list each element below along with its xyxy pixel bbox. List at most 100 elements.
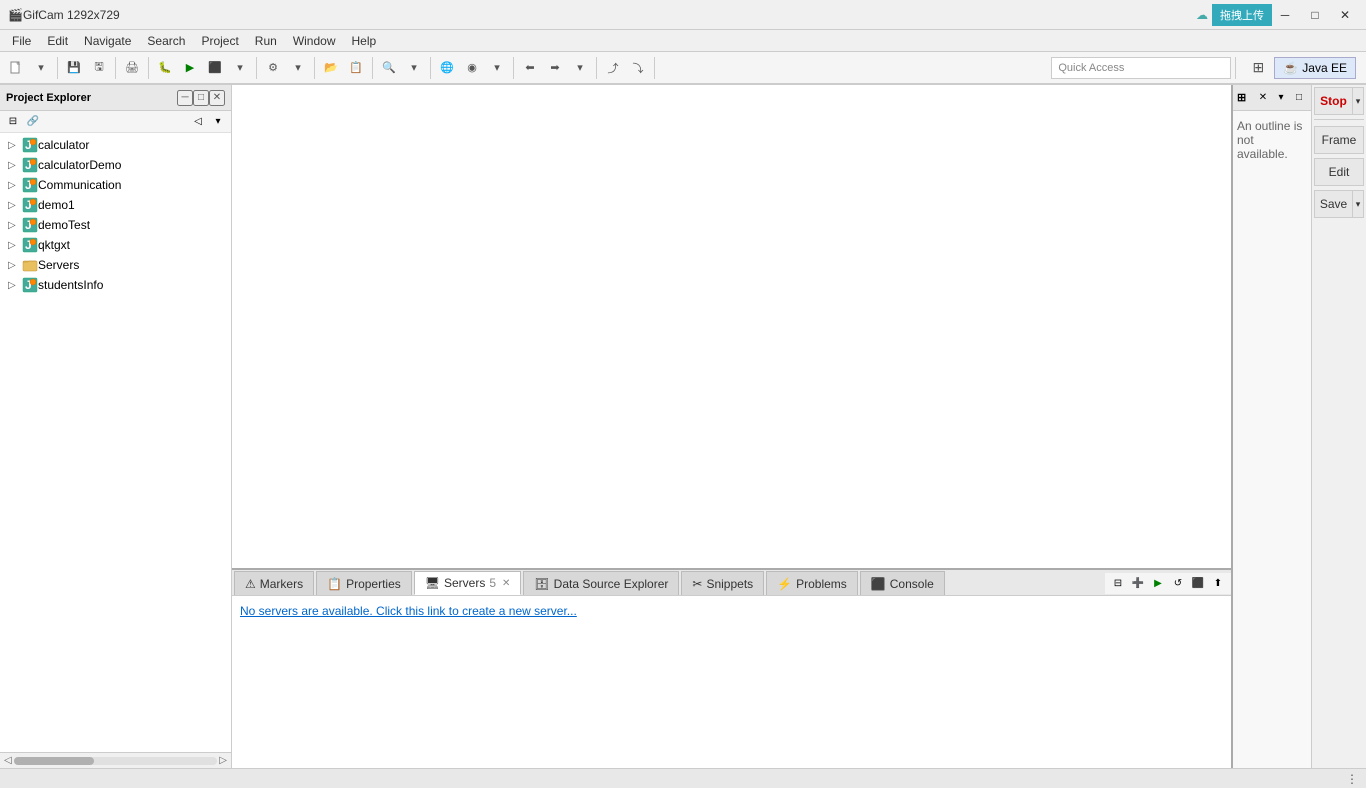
bottom-stop-btn[interactable]: ⬛ — [1189, 575, 1207, 593]
tab-properties[interactable]: 📋 Properties — [316, 571, 412, 595]
toolbar-btn-16[interactable]: ▾ — [568, 56, 592, 80]
tab-datasource[interactable]: 🗄 Data Source Explorer — [523, 571, 679, 595]
stop-button[interactable]: Stop — [1314, 87, 1352, 115]
minimize-button[interactable]: ─ — [1272, 5, 1298, 25]
pe-collapse-all-button[interactable]: ⊟ — [4, 113, 22, 131]
save-main-button[interactable]: Save — [1314, 190, 1352, 218]
toolbar-btn-6[interactable]: ▾ — [286, 56, 310, 80]
pe-minimize-button[interactable]: ─ — [177, 90, 193, 106]
tree-label-calculatordemo: calculatorDemo — [38, 158, 121, 172]
pe-maximize-button[interactable]: □ — [193, 90, 209, 106]
menu-window[interactable]: Window — [285, 32, 344, 50]
tree-item-demotest[interactable]: ▷ J demoTest — [0, 215, 231, 235]
menu-navigate[interactable]: Navigate — [76, 32, 139, 50]
save-all-button[interactable]: 🖫 — [87, 56, 111, 80]
scroll-left-arrow[interactable]: ◁ — [2, 755, 14, 766]
outline-max-btn[interactable]: □ — [1291, 90, 1307, 106]
scroll-right-arrow[interactable]: ▷ — [217, 755, 229, 766]
properties-tab-icon: 📋 — [327, 577, 342, 591]
run-button[interactable]: ▶ — [178, 56, 202, 80]
expand-arrow-servers: ▷ — [8, 260, 20, 271]
project-icon-calculator: J — [22, 137, 38, 153]
save-button[interactable]: 💾 — [62, 56, 86, 80]
stop-dropdown-arrow[interactable]: ▾ — [1352, 87, 1364, 115]
java-ee-perspective[interactable]: ☕ Java EE — [1274, 57, 1356, 79]
print-button[interactable]: 🖨 — [120, 56, 144, 80]
toolbar-btn-10[interactable]: ▾ — [402, 56, 426, 80]
new-button[interactable] — [4, 56, 28, 80]
toolbar-btn-13[interactable]: ▾ — [485, 56, 509, 80]
tab-problems[interactable]: ⚡ Problems — [766, 571, 858, 595]
tree-item-studentsinfo[interactable]: ▷ J studentsInfo — [0, 275, 231, 295]
quick-access-input[interactable]: Quick Access — [1051, 57, 1231, 79]
outline-menu-btn[interactable]: ▾ — [1273, 90, 1289, 106]
servers-tab-close[interactable]: ✕ — [502, 578, 510, 589]
maximize-button[interactable]: □ — [1302, 5, 1328, 25]
toolbar-btn-5[interactable]: ⚙ — [261, 56, 285, 80]
bottom-start-btn[interactable]: ▶ — [1149, 575, 1167, 593]
tree-item-qktgxt[interactable]: ▷ J qktgxt — [0, 235, 231, 255]
console-tab-icon: ⬛ — [871, 577, 886, 591]
expand-arrow-qktgxt: ▷ — [8, 240, 20, 251]
tree-item-demo1[interactable]: ▷ J demo1 — [0, 195, 231, 215]
expand-arrow-calculator: ▷ — [8, 140, 20, 151]
perspective-icon-btn[interactable]: ⊞ — [1246, 56, 1270, 80]
pe-forward-button[interactable]: ▾ — [209, 113, 227, 131]
gifcam-logo-icon: 🎬 — [8, 8, 23, 22]
tree-label-calculator: calculator — [38, 138, 89, 152]
toolbar-btn-8[interactable]: 📋 — [344, 56, 368, 80]
run-dropdown-button[interactable]: ▾ — [228, 56, 252, 80]
toolbar-btn-extra2[interactable]: ⤵ — [626, 56, 650, 80]
menu-edit[interactable]: Edit — [39, 32, 76, 50]
tab-servers[interactable]: 🖥 Servers 5 ✕ — [414, 571, 522, 595]
toolbar-btn-15[interactable]: ➡ — [543, 56, 567, 80]
toolbar-btn-extra1[interactable]: ⤴ — [601, 56, 625, 80]
gifcam-upload-button[interactable]: 拖拽上传 — [1212, 4, 1272, 26]
stop-run-button[interactable]: ⬛ — [203, 56, 227, 80]
expand-arrow-studentsinfo: ▷ — [8, 280, 20, 291]
pe-horizontal-scrollbar[interactable]: ◁ ▷ — [0, 752, 231, 768]
menubar: File Edit Navigate Search Project Run Wi… — [0, 30, 1366, 52]
bottom-toolbar: ⊟ ➕ ▶ ↺ ⬛ ⬆ — [1105, 573, 1231, 595]
tree-item-calculatordemo[interactable]: ▷ J calculatorDemo — [0, 155, 231, 175]
pe-close-button[interactable]: ✕ — [209, 90, 225, 106]
bottom-restart-btn[interactable]: ↺ — [1169, 575, 1187, 593]
tab-snippets[interactable]: ✂ Snippets — [681, 571, 764, 595]
toolbar-btn-11[interactable]: 🌐 — [435, 56, 459, 80]
debug-button[interactable]: 🐛 — [153, 56, 177, 80]
pe-link-button[interactable]: 🔗 — [24, 113, 42, 131]
toolbar-btn-7[interactable]: 📂 — [319, 56, 343, 80]
menu-file[interactable]: File — [4, 32, 39, 50]
tab-markers[interactable]: ⚠ Markers — [234, 571, 314, 595]
markers-tab-icon: ⚠ — [245, 577, 256, 591]
tree-label-demo1: demo1 — [38, 198, 75, 212]
menu-search[interactable]: Search — [139, 32, 193, 50]
save-dropdown-arrow[interactable]: ▾ — [1352, 190, 1364, 218]
tree-item-calculator[interactable]: ▷ J calculator — [0, 135, 231, 155]
new-dropdown-button[interactable]: ▾ — [29, 56, 53, 80]
close-button[interactable]: ✕ — [1332, 5, 1358, 25]
menu-project[interactable]: Project — [193, 32, 246, 50]
toolbar-btn-14[interactable]: ⬅ — [518, 56, 542, 80]
toolbar-btn-9[interactable]: 🔍 — [377, 56, 401, 80]
no-servers-link[interactable]: No servers are available. Click this lin… — [240, 604, 577, 618]
problems-tab-icon: ⚡ — [777, 577, 792, 591]
bottom-new-server-btn[interactable]: ➕ — [1129, 575, 1147, 593]
tab-console[interactable]: ⬛ Console — [860, 571, 945, 595]
tree-item-servers[interactable]: ▷ Servers — [0, 255, 231, 275]
menu-help[interactable]: Help — [344, 32, 385, 50]
servers-tab-label: Servers — [444, 576, 485, 590]
pe-back-button[interactable]: ◁ — [189, 113, 207, 131]
frame-button[interactable]: Frame — [1314, 126, 1364, 154]
bottom-publish-btn[interactable]: ⬆ — [1209, 575, 1227, 593]
properties-tab-label: Properties — [346, 577, 401, 591]
edit-button[interactable]: Edit — [1314, 158, 1364, 186]
menu-run[interactable]: Run — [247, 32, 285, 50]
outline-close-btn[interactable]: ✕ — [1255, 90, 1271, 106]
tree-item-communication[interactable]: ▷ J Communication — [0, 175, 231, 195]
toolbar-btn-12[interactable]: ◉ — [460, 56, 484, 80]
expand-arrow-communication: ▷ — [8, 180, 20, 191]
snippets-tab-label: Snippets — [706, 577, 753, 591]
bottom-collapse-btn[interactable]: ⊟ — [1109, 575, 1127, 593]
scroll-thumb — [14, 757, 94, 765]
